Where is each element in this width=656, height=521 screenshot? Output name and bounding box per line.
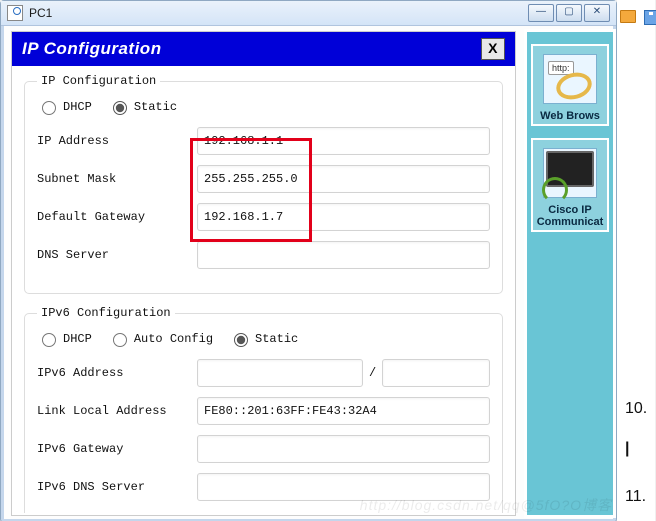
ipv4-dhcp-radio[interactable] xyxy=(42,101,56,115)
minimize-button[interactable]: — xyxy=(528,4,554,22)
link-local-label: Link Local Address xyxy=(37,404,197,418)
ipv6-dns-label: IPv6 DNS Server xyxy=(37,480,197,494)
ipv6-dhcp-option[interactable]: DHCP xyxy=(37,330,92,347)
titlebar: PC1 — ▢ ✕ xyxy=(1,1,616,26)
ipv6-prefix-slash: / xyxy=(369,366,376,380)
pc1-window: PC1 — ▢ ✕ http: Web Brows Cisco IP Commu… xyxy=(0,0,617,521)
ipv4-legend: IP Configuration xyxy=(37,74,160,88)
pc-icon xyxy=(7,5,23,21)
ipv4-static-option[interactable]: Static xyxy=(108,98,177,115)
dialog-title: IP Configuration xyxy=(22,39,162,59)
ipv6-legend: IPv6 Configuration xyxy=(37,306,175,320)
subnet-mask-input[interactable] xyxy=(197,165,490,193)
ip-address-input[interactable] xyxy=(197,127,490,155)
ipv6-auto-radio[interactable] xyxy=(113,333,127,347)
ipv6-gateway-label: IPv6 Gateway xyxy=(37,442,197,456)
ipv4-static-radio[interactable] xyxy=(113,101,127,115)
link-local-input[interactable] xyxy=(197,397,490,425)
default-gateway-input[interactable] xyxy=(197,203,490,231)
open-icon[interactable] xyxy=(620,10,636,23)
ip-address-label: IP Address xyxy=(37,134,197,148)
subnet-mask-label: Subnet Mask xyxy=(37,172,197,186)
sidebar-item-web-browser[interactable]: http: Web Brows xyxy=(531,44,609,126)
sidebar-label-cisco1: Cisco IP xyxy=(535,204,605,216)
ipv6-group: IPv6 Configuration DHCP Auto Config Stat… xyxy=(24,306,503,513)
window-close-button[interactable]: ✕ xyxy=(584,4,610,22)
dns-server-input[interactable] xyxy=(197,241,490,269)
default-gateway-label: Default Gateway xyxy=(37,210,197,224)
ipv6-static-option[interactable]: Static xyxy=(229,330,298,347)
globe-icon: http: xyxy=(543,54,597,104)
ipv6-dhcp-radio[interactable] xyxy=(42,333,56,347)
note-10: 10. xyxy=(625,400,647,418)
sidebar-item-cisco-ip-communicator[interactable]: Cisco IP Communicat xyxy=(531,138,609,232)
ipv6-address-input[interactable] xyxy=(197,359,363,387)
ipv6-gateway-input[interactable] xyxy=(197,435,490,463)
window-title: PC1 xyxy=(29,6,52,20)
dialog-header: IP Configuration X xyxy=(12,32,515,66)
apps-sidebar: http: Web Brows Cisco IP Communicat xyxy=(524,29,616,518)
note-11: 11. xyxy=(625,488,646,506)
sidebar-label-web: Web Brows xyxy=(535,110,605,122)
ip-phone-icon xyxy=(543,148,597,198)
ipv4-group: IP Configuration DHCP Static IP Address xyxy=(24,74,503,294)
ipv4-dhcp-option[interactable]: DHCP xyxy=(37,98,92,115)
maximize-button[interactable]: ▢ xyxy=(556,4,582,22)
dialog-close-button[interactable]: X xyxy=(481,38,505,60)
ip-config-dialog: IP Configuration X IP Configuration DHCP… xyxy=(11,31,516,516)
note-bar: | xyxy=(625,440,629,458)
sidebar-label-cisco2: Communicat xyxy=(535,216,605,228)
ipv6-address-label: IPv6 Address xyxy=(37,366,197,380)
dns-server-label: DNS Server xyxy=(37,248,197,262)
ipv6-prefix-input[interactable] xyxy=(382,359,490,387)
ipv6-static-radio[interactable] xyxy=(234,333,248,347)
ipv6-dns-input[interactable] xyxy=(197,473,490,501)
ipv6-auto-option[interactable]: Auto Config xyxy=(108,330,213,347)
save-icon[interactable] xyxy=(644,10,656,25)
